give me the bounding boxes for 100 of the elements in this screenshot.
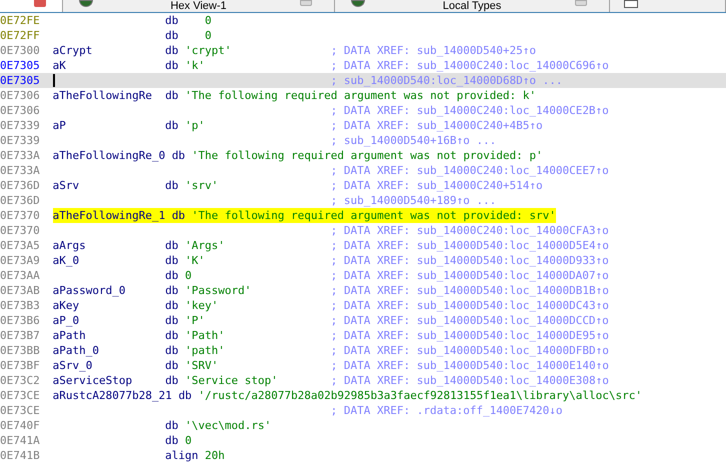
address: 0E73BB [0,343,41,358]
mnemonic: db [165,58,178,73]
xref-comment: ; DATA XREF: sub_14000D540:loc_14000E308↑o [330,373,609,388]
address: 0E73BF [0,358,41,373]
label-name: aCrypt [52,43,92,58]
operand: 'path' [185,343,225,358]
address: 0E740F [0,418,41,433]
mnemonic: db [165,28,178,43]
mnemonic: db [165,313,178,328]
address: 0E73CE [0,388,41,403]
operand: 'The following required argument was not provided: p' [192,148,543,163]
address: 0E73AB [0,283,41,298]
address: 0E73A9 [0,253,41,268]
address: 0E73B3 [0,298,41,313]
label-name: aKey [52,298,80,313]
address: 0E73B7 [0,328,41,343]
xref-comment: ; DATA XREF: sub_14000C240:loc_14000C696↑o [330,58,609,73]
text-cursor [53,74,55,87]
mnemonic: db [165,358,178,373]
xref-comment: ; DATA XREF: sub_14000D540:loc_14000DB1B↑o [330,283,609,298]
mnemonic: db [165,298,178,313]
mnemonic: db [165,178,178,193]
mnemonic: db [165,373,178,388]
address: 0E741B [0,448,41,463]
tab-label: Local Types [442,0,502,12]
operand: 'Service stop' [185,373,278,388]
address: 0E741A [0,433,41,448]
xref-comment: ; DATA XREF: sub_14000C240+514↑o [330,178,543,193]
tab-label: Hex View-1 [170,0,227,12]
mnemonic: db [172,208,186,223]
xref-comment: ; DATA XREF: sub_14000C240:loc_14000CEE7↑o [330,163,609,178]
mnemonic: db [165,343,178,358]
operand: 'Password' [185,283,252,298]
address: 0E7305 [0,58,41,73]
operand: 'key' [185,298,218,313]
mnemonic: db [178,388,192,403]
operand: 'p' [185,118,205,133]
operand: 'srv' [185,178,218,193]
label-name: aServiceStop [52,373,132,388]
operand: '/rustc/a28077b28a02b92985b3a3faecf92813155f1ea1\library\alloc\src' [198,388,642,403]
operand: 'k' [185,58,205,73]
label-name: aP [52,118,66,133]
close-icon[interactable] [34,0,46,7]
xref-comment: ; DATA XREF: sub_14000D540:loc_14000D5E4↑o [330,238,609,253]
xref-comment: ; DATA XREF: sub_14000D540:loc_14000DE95↑o [330,328,609,343]
list-icon [624,0,638,8]
mnemonic: db [165,238,178,253]
tab[interactable] [0,0,63,12]
address: 0E736D [0,193,41,208]
operand: 0 [204,13,212,28]
mnemonic: db [165,433,178,448]
xref-comment: ; DATA XREF: sub_14000D540:loc_14000DA07↑o [330,268,609,283]
label-name: aK_0 [52,253,80,268]
address: 0E73CE [0,403,41,418]
xref-comment: ; DATA XREF: sub_14000D540:loc_14000E140↑o [330,358,609,373]
close-icon[interactable] [300,0,312,6]
mnemonic: db [165,328,178,343]
address: 0E7370 [0,208,41,223]
address: 0E7306 [0,88,41,103]
mnemonic: align [165,448,198,463]
xref-comment: ; DATA XREF: sub_14000D540:loc_14000D933↑o [330,253,609,268]
mnemonic: db [165,118,178,133]
mnemonic: db [165,283,178,298]
mnemonic: db [165,418,178,433]
operand: 0 [204,28,212,43]
label-name: aPath_0 [52,343,99,358]
xref-comment: ; DATA XREF: sub_14000D540:loc_14000DC43↑o [330,298,609,313]
address: 0E7300 [0,43,41,58]
address: 0E7339 [0,133,41,148]
mnemonic: db [165,88,178,103]
operand: 'Path' [185,328,225,343]
operand: 'crypt' [185,43,232,58]
address: 0E7306 [0,103,41,118]
operand: 0 [185,268,192,283]
xref-comment: ; DATA XREF: sub_14000D540:loc_14000DFBD↑o [330,343,609,358]
address: 0E72FF [0,28,41,43]
address: 0E73C2 [0,373,41,388]
address: 0E7339 [0,118,41,133]
label-name: aArgs [52,238,86,253]
operand: 20h [204,448,225,463]
label-name: aSrv [52,178,80,193]
mnemonic: db [165,268,178,283]
xref-comment: ; DATA XREF: sub_14000D540+25↑o [330,43,536,58]
label-name: aTheFollowingRe [52,88,152,103]
xref-comment: ; DATA XREF: sub_14000C240+4B5↑o [330,118,543,133]
mnemonic: db [172,148,186,163]
address: 0E7305 [0,73,41,88]
address: 0E7370 [0,223,41,238]
xref-comment: ; sub_14000D540+189↑o ... [330,193,496,208]
address: 0E73B6 [0,313,41,328]
label-name: aP_0 [52,313,80,328]
operand: 'The following required argument was not provided: k' [185,88,536,103]
close-icon[interactable] [575,0,587,6]
operand: 'SRV' [185,358,218,373]
label-name: aPassword_0 [52,283,126,298]
address: 0E73AA [0,268,41,283]
mnemonic: db [165,43,178,58]
operand: '\vec\mod.rs' [185,418,272,433]
mnemonic: db [165,13,178,28]
address: 0E736D [0,178,41,193]
